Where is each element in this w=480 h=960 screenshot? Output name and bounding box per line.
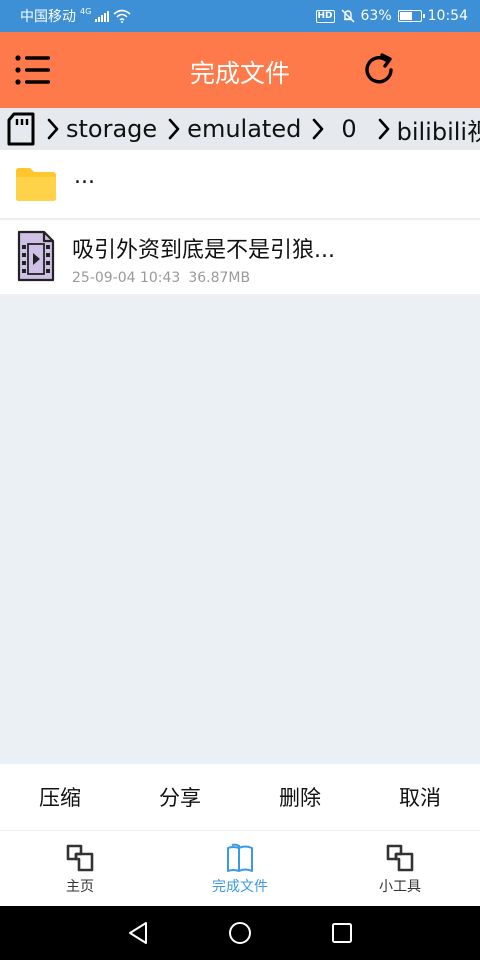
carrier-name: 中国移动 (20, 9, 76, 25)
back-icon[interactable] (124, 918, 154, 948)
tab-label: 主页 (66, 879, 94, 895)
cancel-button[interactable]: 取消 (360, 764, 480, 830)
tab-label: 小工具 (379, 879, 421, 895)
parent-directory-label: ... (74, 164, 95, 189)
home-squares-icon (66, 844, 94, 872)
chevron-right-icon (378, 118, 389, 140)
chevron-right-icon (47, 118, 59, 140)
tab-label: 完成文件 (212, 879, 268, 895)
compress-button[interactable]: 压缩 (0, 764, 120, 830)
breadcrumb-label: storage (66, 115, 158, 143)
breadcrumb-item-bilibili[interactable]: bilibili视 (377, 112, 480, 147)
sd-card-icon[interactable] (6, 112, 36, 146)
breadcrumb-item-0[interactable]: 0 (311, 115, 366, 143)
file-list: ... 吸引外资到底是不是引狼... 25-09-04 10:43 36.87M… (0, 150, 480, 294)
battery-icon (397, 10, 425, 22)
file-meta: 25-09-04 10:43 36.87MB (72, 270, 250, 286)
page-title: 完成文件 (189, 59, 290, 88)
system-nav-bar (0, 906, 480, 960)
clock: 10:54 (427, 8, 468, 24)
network-type: 4G (80, 6, 92, 16)
status-right: HD 63% 10:54 (315, 8, 468, 24)
wifi-icon (113, 9, 131, 23)
chevron-right-icon (313, 118, 324, 140)
home-icon[interactable] (225, 918, 255, 948)
chevron-right-icon (168, 118, 180, 140)
breadcrumb-label: emulated (187, 115, 302, 143)
delete-button[interactable]: 删除 (240, 764, 360, 830)
battery-percent: 63% (360, 8, 392, 24)
file-row[interactable]: 吸引外资到底是不是引狼... 25-09-04 10:43 36.87MB (0, 220, 480, 294)
tab-home[interactable]: 主页 (0, 831, 160, 906)
bottom-tab-bar: 主页 完成文件 小工具 (0, 830, 480, 906)
action-bar: 压缩 分享 删除 取消 (0, 764, 480, 830)
tab-tools[interactable]: 小工具 (320, 831, 480, 906)
breadcrumb-label: 0 (341, 115, 357, 143)
share-button[interactable]: 分享 (120, 764, 240, 830)
breadcrumb-item-emulated[interactable]: emulated (167, 115, 301, 143)
file-date: 25-09-04 10:43 (72, 270, 181, 286)
book-icon (227, 843, 253, 872)
breadcrumb: storage emulated 0 bilibili视 (0, 108, 480, 150)
breadcrumb-label: bilibili视 (396, 117, 480, 146)
video-file-icon (17, 230, 55, 282)
refresh-icon[interactable] (360, 51, 398, 89)
file-size: 36.87MB (188, 270, 251, 286)
status-bar: 中国移动 4G HD 63% 10:54 (0, 0, 480, 32)
hd-icon: HD (315, 9, 335, 23)
signal-icon (95, 10, 110, 22)
parent-directory-row[interactable]: ... (0, 150, 480, 218)
breadcrumb-item-storage[interactable]: storage (46, 115, 157, 143)
file-name: 吸引外资到底是不是引狼... (72, 238, 335, 263)
carrier-group: 中国移动 4G (20, 6, 131, 26)
app-bar: 完成文件 (0, 32, 480, 108)
recents-icon[interactable] (327, 918, 357, 948)
folder-icon (16, 168, 56, 201)
tab-completed-files[interactable]: 完成文件 (160, 831, 320, 906)
tools-squares-icon (386, 844, 414, 872)
mute-icon (341, 9, 355, 23)
